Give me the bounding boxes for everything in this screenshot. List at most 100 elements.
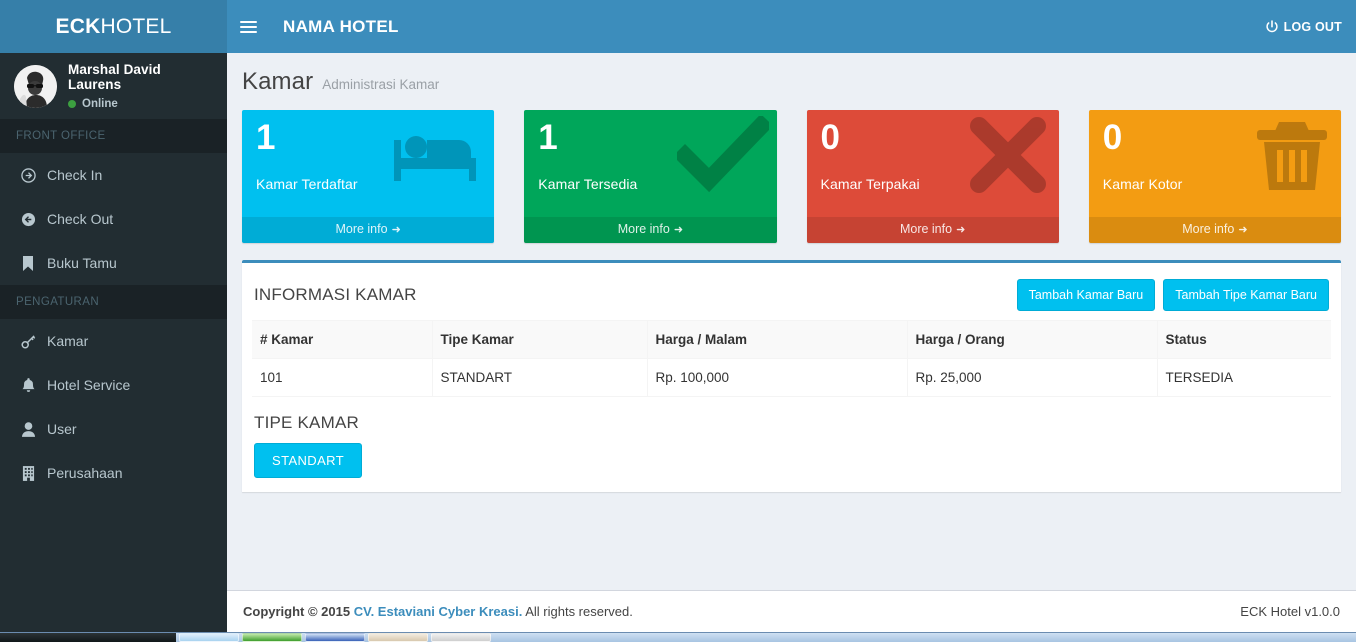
tipe-kamar-title: TIPE KAMAR [254,413,359,432]
taskbar-item[interactable] [179,633,239,642]
page-title: Kamar [242,68,314,95]
panel-actions: Tambah Kamar Baru Tambah Tipe Kamar Baru [1016,279,1329,311]
logo-light-text: HOTEL [100,14,172,38]
brand-title: NAMA HOTEL [283,16,399,36]
bed-icon [386,116,486,194]
sidebar-section-pengaturan: PENGATURAN [0,285,227,319]
user-status-label: Online [82,98,118,110]
info-box-more-link[interactable]: More info ➜ [242,217,495,243]
sidebar-section-front-office: FRONT OFFICE [0,119,227,153]
sidebar-item-user[interactable]: User [0,407,227,451]
table-row[interactable]: 101 STANDART Rp. 100,000 Rp. 25,000 TERS… [252,358,1331,397]
main-content: Kamar Administrasi Kamar 1 Kamar Terdaft… [227,53,1356,590]
arrow-circle-right-icon: ➜ [391,224,401,236]
info-box-kamar-tersedia[interactable]: 1 Kamar Tersedia More info ➜ [524,110,777,243]
cell-kamar-number[interactable]: 101 [252,358,433,397]
os-taskbar [0,632,1356,642]
taskbar-start-region[interactable] [0,632,176,642]
sidebar-item-check-out[interactable]: Check Out [0,197,227,241]
arrow-circle-right-icon: ➜ [673,224,684,236]
column-header-harga-malam: Harga / Malam [647,320,908,359]
sidebar-item-label: Check Out [47,211,114,227]
sidebar-item-label: Perusahaan [47,465,123,481]
logout-button[interactable]: LOG OUT [1265,20,1342,34]
online-status-dot-icon [68,100,76,108]
info-box-kamar-terpakai[interactable]: 0 Kamar Terpakai More info ➜ [806,110,1059,243]
column-header-tipe-kamar: Tipe Kamar [432,320,648,359]
taskbar-item[interactable] [242,633,302,642]
kamar-table: # Kamar Tipe Kamar Harga / Malam Harga /… [252,320,1331,397]
power-off-icon [1266,19,1278,32]
table-head: # Kamar Tipe Kamar Harga / Malam Harga /… [252,320,1331,359]
user-photo-avatar-icon [14,64,57,108]
sidebar-item-label: Hotel Service [47,377,131,393]
trash-icon [1251,116,1333,194]
bell-icon [17,377,39,393]
sidebar-item-hotel-service[interactable]: Hotel Service [0,363,227,407]
building-icon [17,465,39,481]
arrow-circle-right-icon [17,167,39,183]
panel-header: INFORMASI KAMAR Tambah Kamar Baru Tambah… [252,272,1331,318]
page-footer: Copyright © 2015 CV. Estaviani Cyber Kre… [227,590,1356,632]
copyright-suffix: All rights reserved. [522,604,633,619]
version-label: ECK Hotel v1.0.0 [1240,604,1340,619]
info-box-more-link[interactable]: More info ➜ [1088,217,1341,243]
check-icon [676,116,769,194]
info-box-more-label: More info [1182,222,1235,236]
bookmark-icon [17,255,39,271]
sidebar-item-label: Kamar [47,333,89,349]
column-header-kamar: # Kamar [252,320,433,359]
info-boxes-row: 1 Kamar Terdaftar More info ➜ 1 Kamar Te… [242,110,1341,243]
sidebar-item-label: User [47,421,77,437]
key-icon [17,334,39,349]
sidebar-item-label: Buku Tamu [47,255,117,271]
taskbar-item[interactable] [368,633,428,642]
user-info: Marshal David Laurens Online [68,62,217,110]
cell-harga-malam: Rp. 100,000 [647,358,908,397]
sidebar: ECK HOTEL Marshal David Laurens Online F… [0,0,227,632]
column-header-harga-orang: Harga / Orang [907,320,1158,359]
info-box-body: 0 Kamar Kotor [1089,110,1341,217]
info-box-more-link[interactable]: More info ➜ [524,217,777,243]
info-box-kamar-terdaftar[interactable]: 1 Kamar Terdaftar More info ➜ [242,110,495,243]
logout-label: LOG OUT [1283,19,1342,34]
info-box-more-label: More info [617,222,670,236]
hamburger-icon [239,18,257,36]
user-panel[interactable]: Marshal David Laurens Online [0,53,227,119]
column-header-status: Status [1157,320,1331,359]
info-box-more-link[interactable]: More info ➜ [806,217,1059,243]
arrow-circle-right-icon: ➜ [956,224,966,236]
tambah-kamar-baru-button[interactable]: Tambah Kamar Baru [1016,279,1156,311]
info-box-kamar-kotor[interactable]: 0 Kamar Kotor More info ➜ [1088,110,1341,243]
sidebar-item-buku-tamu[interactable]: Buku Tamu [0,241,227,285]
taskbar-item[interactable] [431,633,491,642]
app-logo[interactable]: ECK HOTEL [0,0,227,53]
panel-title: INFORMASI KAMAR [254,285,417,304]
page-subtitle: Administrasi Kamar [322,77,440,92]
company-link[interactable]: CV. Estaviani Cyber Kreasi. [354,604,523,619]
informasi-kamar-panel: INFORMASI KAMAR Tambah Kamar Baru Tambah… [242,260,1341,492]
info-box-body: 1 Kamar Terdaftar [242,110,494,217]
user-name: Marshal David Laurens [68,62,161,92]
arrow-circle-right-icon: ➜ [1238,224,1248,236]
times-icon [965,116,1051,194]
info-box-more-label: More info [335,222,388,236]
user-status: Online [68,98,217,110]
sidebar-item-perusahaan[interactable]: Perusahaan [0,451,227,495]
taskbar-item[interactable] [305,633,365,642]
logo-bold-text: ECK [55,14,101,38]
info-box-body: 0 Kamar Terpakai [807,110,1059,217]
top-header: NAMA HOTEL LOG OUT [227,0,1356,53]
tipe-kamar-list: STANDART [254,443,1331,478]
table-body: 101 STANDART Rp. 100,000 Rp. 25,000 TERS… [252,358,1331,397]
sidebar-item-label: Check In [47,167,103,183]
application-window: ECK HOTEL Marshal David Laurens Online F… [0,0,1356,642]
table-header-row: # Kamar Tipe Kamar Harga / Malam Harga /… [252,320,1331,359]
sidebar-item-kamar[interactable]: Kamar [0,319,227,363]
page-header: Kamar Administrasi Kamar [242,66,1341,110]
tambah-tipe-kamar-baru-button[interactable]: Tambah Tipe Kamar Baru [1163,279,1329,311]
sidebar-item-check-in[interactable]: Check In [0,153,227,197]
menu-toggle-button[interactable] [227,0,269,53]
tipe-kamar-standart-button[interactable]: STANDART [254,443,363,478]
user-icon [17,421,39,437]
